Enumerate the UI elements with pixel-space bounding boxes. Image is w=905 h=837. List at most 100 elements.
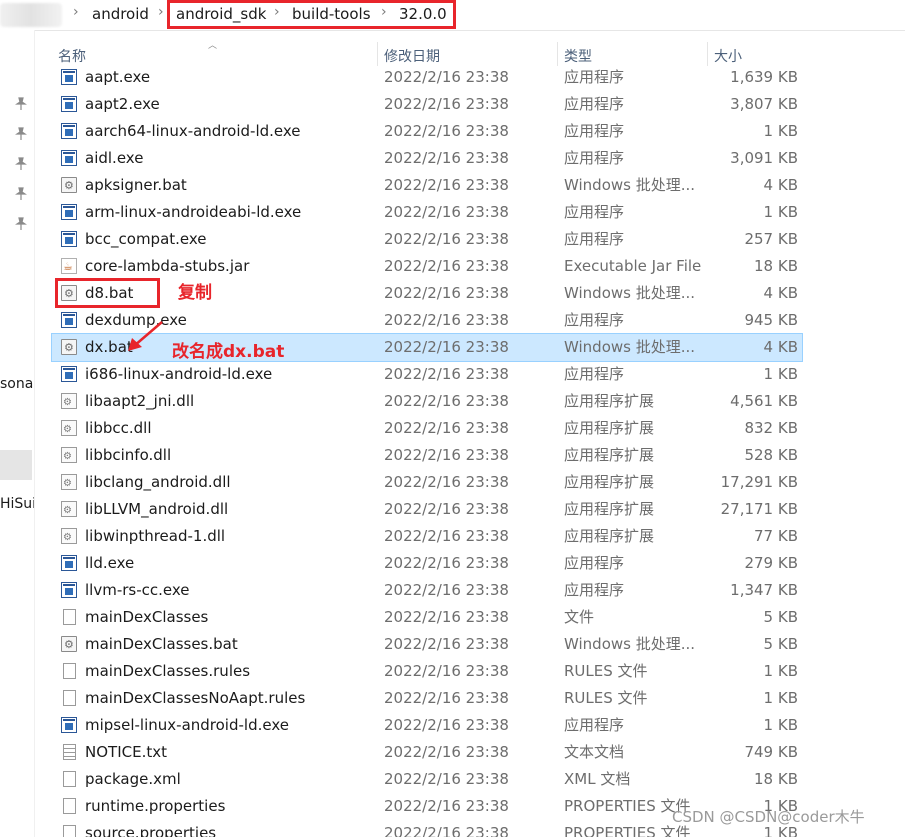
file-size: 4 KB: [763, 338, 798, 356]
file-row[interactable]: libwinpthread-1.dll 2022/2/16 23:38 应用程序扩展…: [52, 523, 802, 551]
file-date: 2022/2/16 23:38: [384, 230, 509, 248]
file-row[interactable]: i686-linux-android-ld.exe 2022/2/16 23:38…: [52, 361, 802, 388]
file-doc-icon: [63, 690, 76, 706]
file-date: 2022/2/16 23:38: [384, 662, 509, 680]
file-row[interactable]: libaapt2_jni.dll 2022/2/16 23:38 应用程序扩展 4,5…: [52, 388, 802, 416]
file-date: 2022/2/16 23:38: [384, 122, 509, 140]
file-type: 应用程序: [564, 122, 625, 140]
file-row[interactable]: llvm-rs-cc.exe 2022/2/16 23:38 应用程序 1,347 K…: [52, 577, 802, 604]
file-name: i686-linux-android-ld.exe: [85, 365, 273, 383]
file-row[interactable]: mainDexClasses 2022/2/16 23:38 文件 5 KB: [52, 604, 802, 631]
file-row[interactable]: mainDexClassesNoAapt.rules 2022/2/16 23:3…: [52, 685, 802, 712]
chevron-right-icon[interactable]: ›: [158, 4, 164, 20]
column-size[interactable]: 大小: [714, 46, 742, 66]
file-row[interactable]: mainDexClasses.rules 2022/2/16 23:38 RULES…: [52, 658, 802, 685]
file-size: 3,807 KB: [730, 95, 798, 113]
file-size: 1 KB: [763, 689, 798, 707]
pin-icon[interactable]: [14, 217, 28, 231]
file-txt-icon: [63, 744, 76, 760]
copy-annotation: 复制: [178, 283, 212, 303]
nav-item-selected[interactable]: [0, 450, 32, 480]
file-row[interactable]: aapt2.exe 2022/2/16 23:38 应用程序 3,807 KB: [52, 91, 802, 118]
file-row[interactable]: lld.exe 2022/2/16 23:38 应用程序 279 KB: [52, 550, 802, 577]
file-date: 2022/2/16 23:38: [384, 743, 509, 761]
file-type: 应用程序: [564, 68, 625, 86]
file-row[interactable]: bcc_compat.exe 2022/2/16 23:38 应用程序 257 KB: [52, 226, 802, 253]
file-exe-icon: [61, 582, 77, 598]
file-doc-icon: [63, 663, 76, 679]
pane-divider[interactable]: [34, 30, 35, 837]
path-highlight-box: [167, 0, 456, 29]
file-date: 2022/2/16 23:38: [384, 392, 509, 410]
address-bar[interactable]: › android › android_sdk › build-tools › …: [0, 0, 905, 31]
file-row[interactable]: package.xml 2022/2/16 23:38 XML 文档 18 KB: [52, 766, 802, 793]
file-size: 27,171 KB: [720, 500, 798, 518]
file-exe-icon: [61, 366, 77, 382]
file-type: Windows 批处理...: [564, 176, 696, 194]
file-row[interactable]: aarch64-linux-android-ld.exe 2022/2/16 23…: [52, 118, 802, 145]
pin-icon[interactable]: [14, 127, 28, 141]
file-exe-icon: [61, 96, 77, 112]
file-type: RULES 文件: [564, 662, 648, 680]
file-date: 2022/2/16 23:38: [384, 824, 509, 837]
pin-icon[interactable]: [14, 157, 28, 171]
file-size: 528 KB: [744, 446, 798, 464]
file-size: 1 KB: [763, 716, 798, 734]
file-date: 2022/2/16 23:38: [384, 716, 509, 734]
column-divider[interactable]: [377, 42, 378, 66]
column-divider[interactable]: [557, 42, 558, 66]
column-name[interactable]: 名称: [58, 46, 86, 66]
column-divider[interactable]: [707, 42, 708, 66]
file-row[interactable]: libclang_android.dll 2022/2/16 23:38 应用程序扩…: [52, 469, 802, 497]
file-exe-icon: [61, 204, 77, 220]
file-name: libaapt2_jni.dll: [85, 392, 195, 410]
file-type: Executable Jar File: [564, 257, 702, 275]
file-date: 2022/2/16 23:38: [384, 338, 509, 356]
breadcrumb-item-android[interactable]: android: [92, 4, 149, 24]
file-type: 应用程序: [564, 95, 625, 113]
file-row[interactable]: core-lambda-stubs.jar 2022/2/16 23:38 Exec…: [52, 253, 802, 280]
file-exe-icon: [61, 555, 77, 571]
file-name: libLLVM_android.dll: [85, 500, 229, 518]
file-row[interactable]: mainDexClasses.bat 2022/2/16 23:38 Windows…: [52, 631, 802, 658]
file-name: mainDexClasses.bat: [85, 635, 238, 653]
file-row[interactable]: libbcinfo.dll 2022/2/16 23:38 应用程序扩展 528 KB: [52, 442, 802, 470]
file-date: 2022/2/16 23:38: [384, 770, 509, 788]
file-exe-icon: [61, 69, 77, 85]
file-date: 2022/2/16 23:38: [384, 797, 509, 815]
pin-icon[interactable]: [14, 97, 28, 111]
file-size: 1,347 KB: [730, 581, 798, 599]
file-date: 2022/2/16 23:38: [384, 311, 509, 329]
nav-item-partial[interactable]: sona: [0, 376, 33, 392]
file-size: 832 KB: [744, 419, 798, 437]
file-name: arm-linux-androideabi-ld.exe: [85, 203, 302, 221]
file-row[interactable]: NOTICE.txt 2022/2/16 23:38 文本文档 749 KB: [52, 739, 802, 766]
file-row[interactable]: d8.bat2022/2/16 23:38Windows 批处理...4 KB: [52, 280, 802, 307]
file-row[interactable]: mipsel-linux-android-ld.exe 2022/2/16 23:…: [52, 712, 802, 739]
file-row[interactable]: aidl.exe 2022/2/16 23:38 应用程序 3,091 KB: [52, 145, 802, 172]
chevron-right-icon[interactable]: ›: [73, 4, 79, 20]
file-name: NOTICE.txt: [85, 743, 167, 761]
file-dll-icon: [61, 497, 77, 524]
file-row[interactable]: aapt.exe 2022/2/16 23:38 应用程序 1,639 KB: [52, 64, 802, 91]
pin-icon[interactable]: [14, 187, 28, 201]
file-row[interactable]: libbcc.dll 2022/2/16 23:38 应用程序扩展 832 KB: [52, 415, 802, 443]
file-name: mainDexClasses: [85, 608, 209, 626]
file-row[interactable]: libLLVM_android.dll 2022/2/16 23:38 应用程序扩展…: [52, 496, 802, 524]
file-row[interactable]: apksigner.bat 2022/2/16 23:38 Windows 批处理.…: [52, 172, 802, 199]
file-doc-icon: [63, 825, 76, 837]
file-date: 2022/2/16 23:38: [384, 365, 509, 383]
file-date: 2022/2/16 23:38: [384, 419, 509, 437]
rename-arrow-icon: [128, 321, 163, 351]
column-type[interactable]: 类型: [564, 46, 592, 66]
file-name: bcc_compat.exe: [85, 230, 207, 248]
file-type: RULES 文件: [564, 689, 648, 707]
file-date: 2022/2/16 23:38: [384, 473, 509, 491]
file-size: 257 KB: [744, 230, 798, 248]
file-type: Windows 批处理...: [564, 635, 696, 653]
file-row[interactable]: arm-linux-androideabi-ld.exe 2022/2/16 23…: [52, 199, 802, 226]
column-date[interactable]: 修改日期: [384, 46, 440, 66]
file-type: 应用程序扩展: [564, 419, 655, 437]
file-size: 945 KB: [744, 311, 798, 329]
nav-item-partial[interactable]: HiSui: [0, 496, 36, 512]
